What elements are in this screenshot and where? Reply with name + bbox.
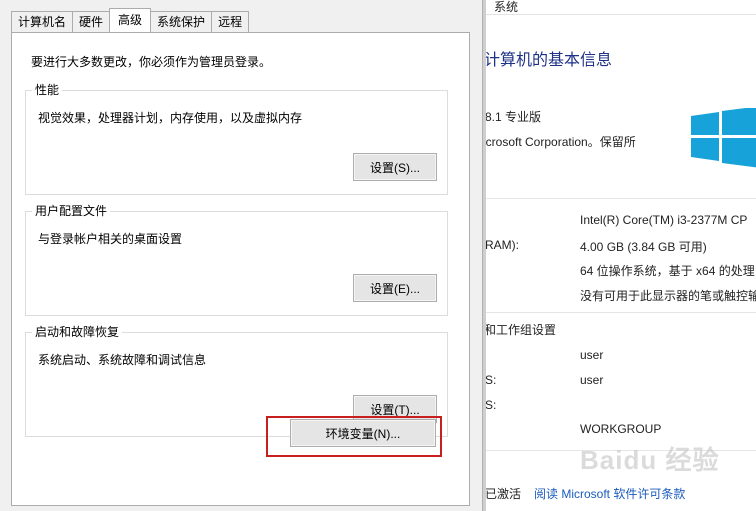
section-separator bbox=[486, 312, 756, 313]
copyright-text: icrosoft Corporation。保留所 bbox=[486, 135, 636, 149]
tab-strip: 计算机名 硬件 高级 系统保护 远程 bbox=[11, 8, 250, 32]
tab-system-protection[interactable]: 系统保护 bbox=[150, 11, 213, 32]
section-separator bbox=[486, 198, 756, 199]
ram-label: RAM): bbox=[486, 238, 519, 252]
tab-advanced[interactable]: 高级 bbox=[109, 8, 152, 32]
ram-value: 4.00 GB (3.84 GB 可用) bbox=[580, 240, 707, 254]
tab-hardware[interactable]: 硬件 bbox=[72, 11, 111, 32]
user-profiles-description: 与登录帐户相关的桌面设置 bbox=[38, 232, 183, 246]
environment-variables-button[interactable]: 环境变量(N)... bbox=[290, 419, 436, 447]
performance-title: 性能 bbox=[32, 83, 63, 97]
system-window-title: 系统 bbox=[494, 0, 519, 14]
processor-value: Intel(R) Core(TM) i3-2377M CP bbox=[580, 213, 748, 227]
full-name-label: S: bbox=[486, 373, 497, 387]
windows-edition: 8.1 专业版 bbox=[486, 110, 542, 124]
user-profiles-settings-button[interactable]: 设置(E)... bbox=[353, 274, 437, 302]
description-label: S: bbox=[486, 398, 497, 412]
computer-name-value: user bbox=[580, 348, 604, 362]
performance-group: 性能 视觉效果，处理器计划，内存使用，以及虚拟内存 设置(S)... bbox=[25, 83, 448, 195]
system-type-value: 64 位操作系统，基于 x64 的处理 bbox=[580, 264, 755, 278]
title-separator bbox=[486, 14, 756, 15]
baidu-watermark: Baidu 经验 bbox=[580, 445, 720, 475]
system-window: 系统 计算机的基本信息 8.1 专业版 icrosoft Corporation… bbox=[486, 0, 756, 511]
windows-logo-icon bbox=[691, 108, 756, 168]
workgroup-value: WORKGROUP bbox=[580, 422, 662, 436]
startup-recovery-title: 启动和故障恢复 bbox=[32, 325, 123, 339]
user-profiles-title: 用户配置文件 bbox=[32, 204, 111, 218]
license-terms-link[interactable]: 阅读 Microsoft 软件许可条款 bbox=[534, 485, 685, 502]
performance-settings-button[interactable]: 设置(S)... bbox=[353, 153, 437, 181]
performance-description: 视觉效果，处理器计划，内存使用，以及虚拟内存 bbox=[38, 111, 303, 125]
tab-computer-name[interactable]: 计算机名 bbox=[11, 11, 74, 32]
tab-remote[interactable]: 远程 bbox=[211, 11, 250, 32]
startup-recovery-description: 系统启动、系统故障和调试信息 bbox=[38, 353, 207, 367]
activation-status: 已激活 bbox=[486, 487, 522, 501]
user-profiles-group: 用户配置文件 与登录帐户相关的桌面设置 设置(E)... bbox=[25, 204, 448, 316]
full-name-value: user bbox=[580, 373, 604, 387]
admin-notice: 要进行大多数更改，你必须作为管理员登录。 bbox=[31, 55, 272, 69]
system-properties-dialog: 计算机名 硬件 高级 系统保护 远程 要进行大多数更改，你必须作为管理员登录。 … bbox=[0, 0, 482, 511]
computer-settings-section: 和工作组设置 bbox=[486, 323, 557, 337]
pen-touch-value: 没有可用于此显示器的笔或触控输 bbox=[580, 289, 756, 303]
page-heading: 计算机的基本信息 bbox=[486, 52, 613, 69]
